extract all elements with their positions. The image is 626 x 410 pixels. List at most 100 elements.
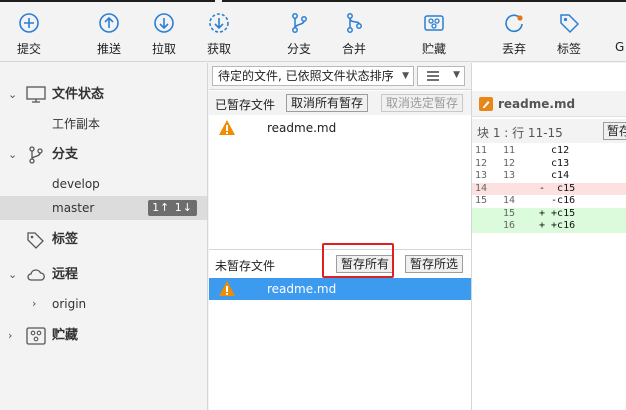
- chevron-down-icon: ▼: [402, 71, 409, 81]
- old-line-number: 14: [475, 182, 488, 194]
- fetch-icon: [209, 13, 229, 33]
- file-filter-bar: 待定的文件, 已依照文件状态排序 ▼ ▼: [209, 63, 471, 90]
- stage-hunk-button[interactable]: 暂存: [603, 122, 626, 140]
- diff-line[interactable]: 15 14 -c16: [472, 195, 626, 208]
- diff-line[interactable]: 14 - c15: [472, 182, 626, 195]
- tag-icon: [27, 232, 44, 249]
- sidebar-item-label: master: [52, 201, 95, 215]
- diff-line[interactable]: 12 12 c13: [472, 158, 626, 171]
- push-label: 推送: [96, 42, 121, 56]
- sidebar-section-file-status[interactable]: ⌄ 文件状态: [0, 83, 207, 107]
- diff-line[interactable]: 16 + +c16: [472, 220, 626, 233]
- unstaged-title: 未暂存文件: [215, 259, 276, 273]
- monitor-icon: [26, 86, 46, 103]
- sidebar-head-tags: 标签: [52, 232, 79, 247]
- push-button[interactable]: 推送: [84, 6, 134, 58]
- new-line-number: 11: [503, 145, 516, 156]
- new-line-number: 15: [503, 207, 516, 219]
- sidebar-section-remotes[interactable]: ⌄ 远程: [0, 263, 207, 287]
- view-mode-dropdown[interactable]: ▼: [417, 66, 465, 86]
- branch-button[interactable]: 分支: [274, 6, 324, 58]
- sidebar-section-stashes[interactable]: › 贮藏: [0, 324, 207, 348]
- pending-files-panel: 待定的文件, 已依照文件状态排序 ▼ ▼ 已暂存文件 取消所有暂存 取消选定暂存…: [209, 63, 471, 410]
- push-icon: [99, 13, 119, 33]
- annotation-highlight-box: [322, 243, 394, 278]
- sidebar-item-master[interactable]: master 1↑ 1↓: [0, 196, 207, 220]
- old-line-number: 12: [475, 157, 488, 169]
- stage-selected-button[interactable]: 暂存所选: [405, 255, 464, 273]
- ahead-behind-badge: 1↑ 1↓: [148, 200, 197, 216]
- unstage-selected-button[interactable]: 取消选定暂存: [381, 94, 464, 112]
- staged-header: 已暂存文件 取消所有暂存 取消选定暂存: [209, 91, 471, 115]
- merge-icon: [347, 13, 362, 33]
- unstaged-file-name: readme.md: [267, 282, 337, 296]
- diff-line-text: - c15: [539, 182, 576, 194]
- commit-label: 提交: [16, 42, 41, 56]
- sidebar-item-develop[interactable]: develop: [0, 172, 207, 196]
- app-window: 提交 推送 拉取 获取 分支 合并 贮藏 丢弃 标签 G ⌄ 文件状态 工作副本…: [0, 0, 626, 410]
- sidebar-item-working-copy[interactable]: 工作副本: [0, 112, 207, 136]
- sidebar-section-tags[interactable]: 标签: [0, 228, 207, 252]
- new-line-number: 13: [503, 170, 516, 181]
- stash-icon: [26, 327, 46, 345]
- new-line-number: 14: [503, 195, 516, 206]
- old-line-number: 11: [475, 145, 488, 156]
- sort-dropdown-label: 待定的文件, 已依照文件状态排序: [218, 69, 394, 83]
- diff-line[interactable]: 15 + +c15: [472, 207, 626, 220]
- branch-icon: [292, 13, 307, 33]
- staged-file-row[interactable]: readme.md: [209, 117, 471, 139]
- chevron-right-icon[interactable]: ›: [8, 324, 22, 348]
- git-flow-label: G: [615, 40, 625, 54]
- diff-line-text: + +c16: [539, 220, 576, 231]
- diff-line[interactable]: 11 11 c12: [472, 145, 626, 158]
- commit-icon: [19, 13, 39, 33]
- diff-line-text: c12: [539, 145, 570, 156]
- sidebar-head-stashes: 贮藏: [52, 328, 79, 343]
- list-view-icon: [427, 71, 439, 81]
- hunk-header: 块 1 : 行 11-15 暂存: [472, 119, 626, 143]
- commit-button[interactable]: 提交: [4, 6, 54, 58]
- sidebar-item-label: origin: [52, 297, 87, 311]
- unstaged-file-row[interactable]: readme.md: [209, 278, 471, 300]
- pull-icon: [154, 13, 174, 33]
- diff-line[interactable]: 13 13 c14: [472, 170, 626, 183]
- sidebar: ⌄ 文件状态 工作副本 ⌄ 分支 develop master 1↑ 1↓ 标签…: [0, 63, 208, 410]
- tag-button[interactable]: 标签: [544, 6, 594, 58]
- fetch-button[interactable]: 获取: [194, 6, 244, 58]
- cloud-icon: [27, 269, 45, 281]
- new-line-number: 12: [503, 157, 516, 169]
- diff-header: readme.md: [472, 91, 626, 117]
- tag-label: 标签: [556, 42, 581, 56]
- branch-label: 分支: [286, 42, 311, 56]
- sidebar-head-remotes: 远程: [52, 267, 79, 282]
- warning-icon: [219, 120, 235, 135]
- git-flow-button[interactable]: G: [605, 6, 626, 58]
- window-top-edge: [0, 0, 215, 2]
- sidebar-item-origin[interactable]: › origin: [0, 292, 207, 316]
- old-line-number: 15: [475, 195, 488, 206]
- sidebar-section-branches[interactable]: ⌄ 分支: [0, 143, 207, 167]
- merge-button[interactable]: 合并: [329, 6, 379, 58]
- chevron-down-icon[interactable]: ⌄: [8, 83, 22, 107]
- branch-icon: [29, 146, 43, 164]
- pull-label: 拉取: [151, 42, 176, 56]
- chevron-down-icon[interactable]: ⌄: [8, 263, 22, 287]
- discard-label: 丢弃: [501, 42, 526, 56]
- stash-button[interactable]: 贮藏: [409, 6, 459, 58]
- old-line-number: 13: [475, 170, 488, 181]
- sidebar-item-label: 工作副本: [52, 117, 101, 131]
- sidebar-head-file-status: 文件状态: [52, 87, 105, 102]
- pull-button[interactable]: 拉取: [139, 6, 189, 58]
- unstage-all-button[interactable]: 取消所有暂存: [286, 94, 369, 112]
- window-top-edge-right: [222, 0, 626, 2]
- sidebar-head-branches: 分支: [52, 147, 79, 162]
- sort-dropdown[interactable]: 待定的文件, 已依照文件状态排序 ▼: [212, 66, 414, 86]
- chevron-right-icon[interactable]: ›: [32, 292, 46, 316]
- fetch-label: 获取: [206, 42, 231, 56]
- diff-line-text: + +c15: [539, 207, 576, 219]
- chevron-down-icon[interactable]: ⌄: [8, 143, 22, 167]
- discard-button[interactable]: 丢弃: [489, 6, 539, 58]
- new-line-number: 16: [503, 220, 516, 231]
- modified-file-icon: [479, 97, 493, 111]
- diff-lines: 11 11 c12 12 12 c13 13 13 c14 14- c15 15 14 -c16…: [472, 145, 626, 233]
